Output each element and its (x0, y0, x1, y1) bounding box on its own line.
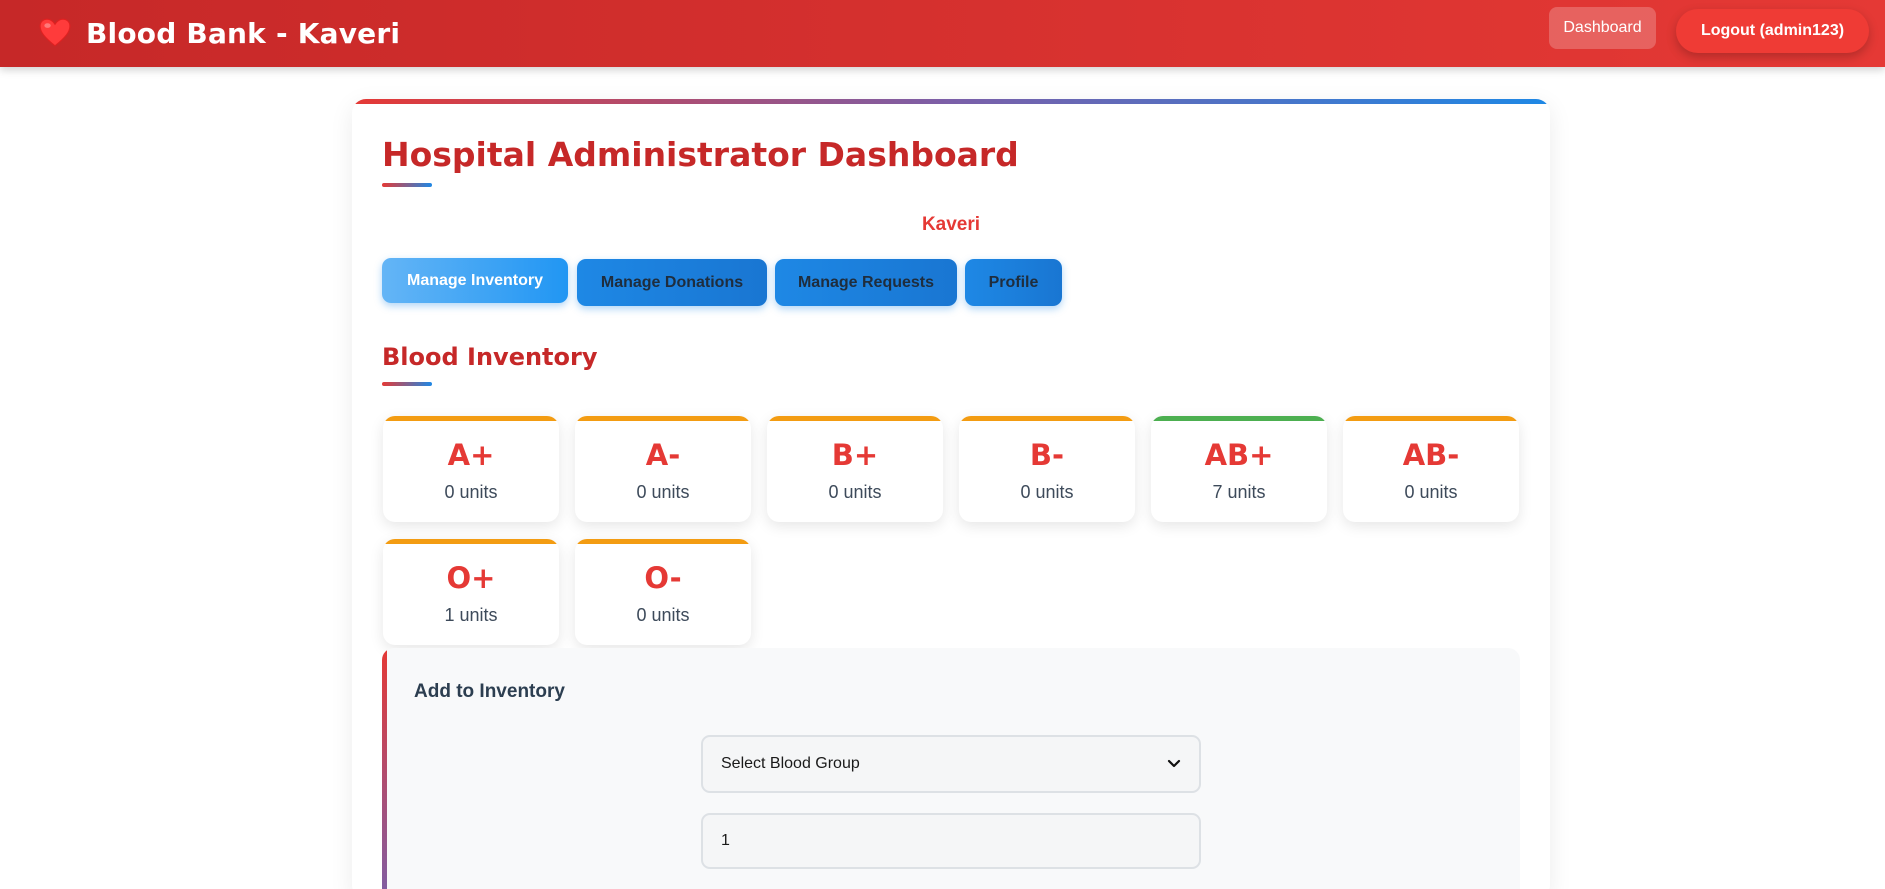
blood-units: 1 units (444, 605, 498, 625)
card-accent-line (352, 99, 1550, 104)
blood-group-label: A- (645, 438, 681, 472)
page-title: Hospital Administrator Dashboard (382, 135, 1019, 174)
dashboard-card: Hospital Administrator Dashboard Kaveri … (352, 99, 1550, 889)
add-inventory-panel: Add to Inventory Select Blood Group 1 (382, 648, 1520, 889)
blood-group-label: AB+ (1204, 438, 1274, 472)
tab-manage-inventory[interactable]: Manage Inventory (382, 258, 568, 303)
brand-title: Blood Bank - Kaveri (86, 16, 401, 50)
add-inventory-title: Add to Inventory (414, 681, 565, 702)
blood-group-card: AB+ 7 units (1151, 416, 1327, 522)
logout-button[interactable]: Logout (admin123) (1676, 9, 1869, 53)
tab-manage-requests[interactable]: Manage Requests (775, 259, 957, 306)
blood-group-card: O- 0 units (575, 539, 751, 645)
section-underline (382, 382, 432, 386)
dashboard-nav-button[interactable]: Dashboard (1549, 7, 1656, 49)
blood-units: 0 units (828, 482, 882, 502)
blood-group-select-value: Select Blood Group (721, 755, 860, 772)
blood-group-card: AB- 0 units (1343, 416, 1519, 522)
blood-group-card: A- 0 units (575, 416, 751, 522)
blood-units: 0 units (1020, 482, 1074, 502)
blood-units: 0 units (636, 482, 690, 502)
units-input[interactable]: 1 (701, 813, 1201, 869)
blood-group-card: B- 0 units (959, 416, 1135, 522)
panel-accent-bar (382, 648, 387, 889)
stock-status-bar (1151, 416, 1327, 421)
stock-status-bar (959, 416, 1135, 421)
stock-status-bar (575, 416, 751, 421)
blood-group-card: O+ 1 units (383, 539, 559, 645)
blood-units: 0 units (1404, 482, 1458, 502)
stock-status-bar (767, 416, 943, 421)
stock-status-bar (383, 416, 559, 421)
blood-group-card: B+ 0 units (767, 416, 943, 522)
blood-group-label: B- (1029, 438, 1065, 472)
blood-units: 0 units (444, 482, 498, 502)
blood-group-card: A+ 0 units (383, 416, 559, 522)
brand[interactable]: Blood Bank - Kaveri (38, 14, 400, 52)
hospital-name: Kaveri (921, 214, 981, 235)
blood-group-label: O- (644, 561, 682, 595)
stock-status-bar (575, 539, 751, 544)
blood-group-label: B+ (831, 438, 879, 472)
inventory-section-title: Blood Inventory (382, 343, 598, 371)
tab-profile[interactable]: Profile (965, 259, 1062, 306)
blood-group-label: AB- (1402, 438, 1460, 472)
stock-status-bar (1343, 416, 1519, 421)
blood-group-label: O+ (446, 561, 496, 595)
title-underline (382, 183, 432, 187)
heart-icon (39, 18, 71, 47)
blood-units: 0 units (636, 605, 690, 625)
top-navbar: Blood Bank - Kaveri Dashboard Logout (ad… (0, 0, 1885, 67)
blood-group-label: A+ (447, 438, 495, 472)
blood-units: 7 units (1212, 482, 1266, 502)
tab-manage-donations[interactable]: Manage Donations (577, 259, 767, 306)
units-input-value: 1 (721, 832, 730, 849)
chevron-down-icon (1167, 759, 1181, 768)
stock-status-bar (383, 539, 559, 544)
blood-group-select[interactable]: Select Blood Group (701, 735, 1201, 793)
